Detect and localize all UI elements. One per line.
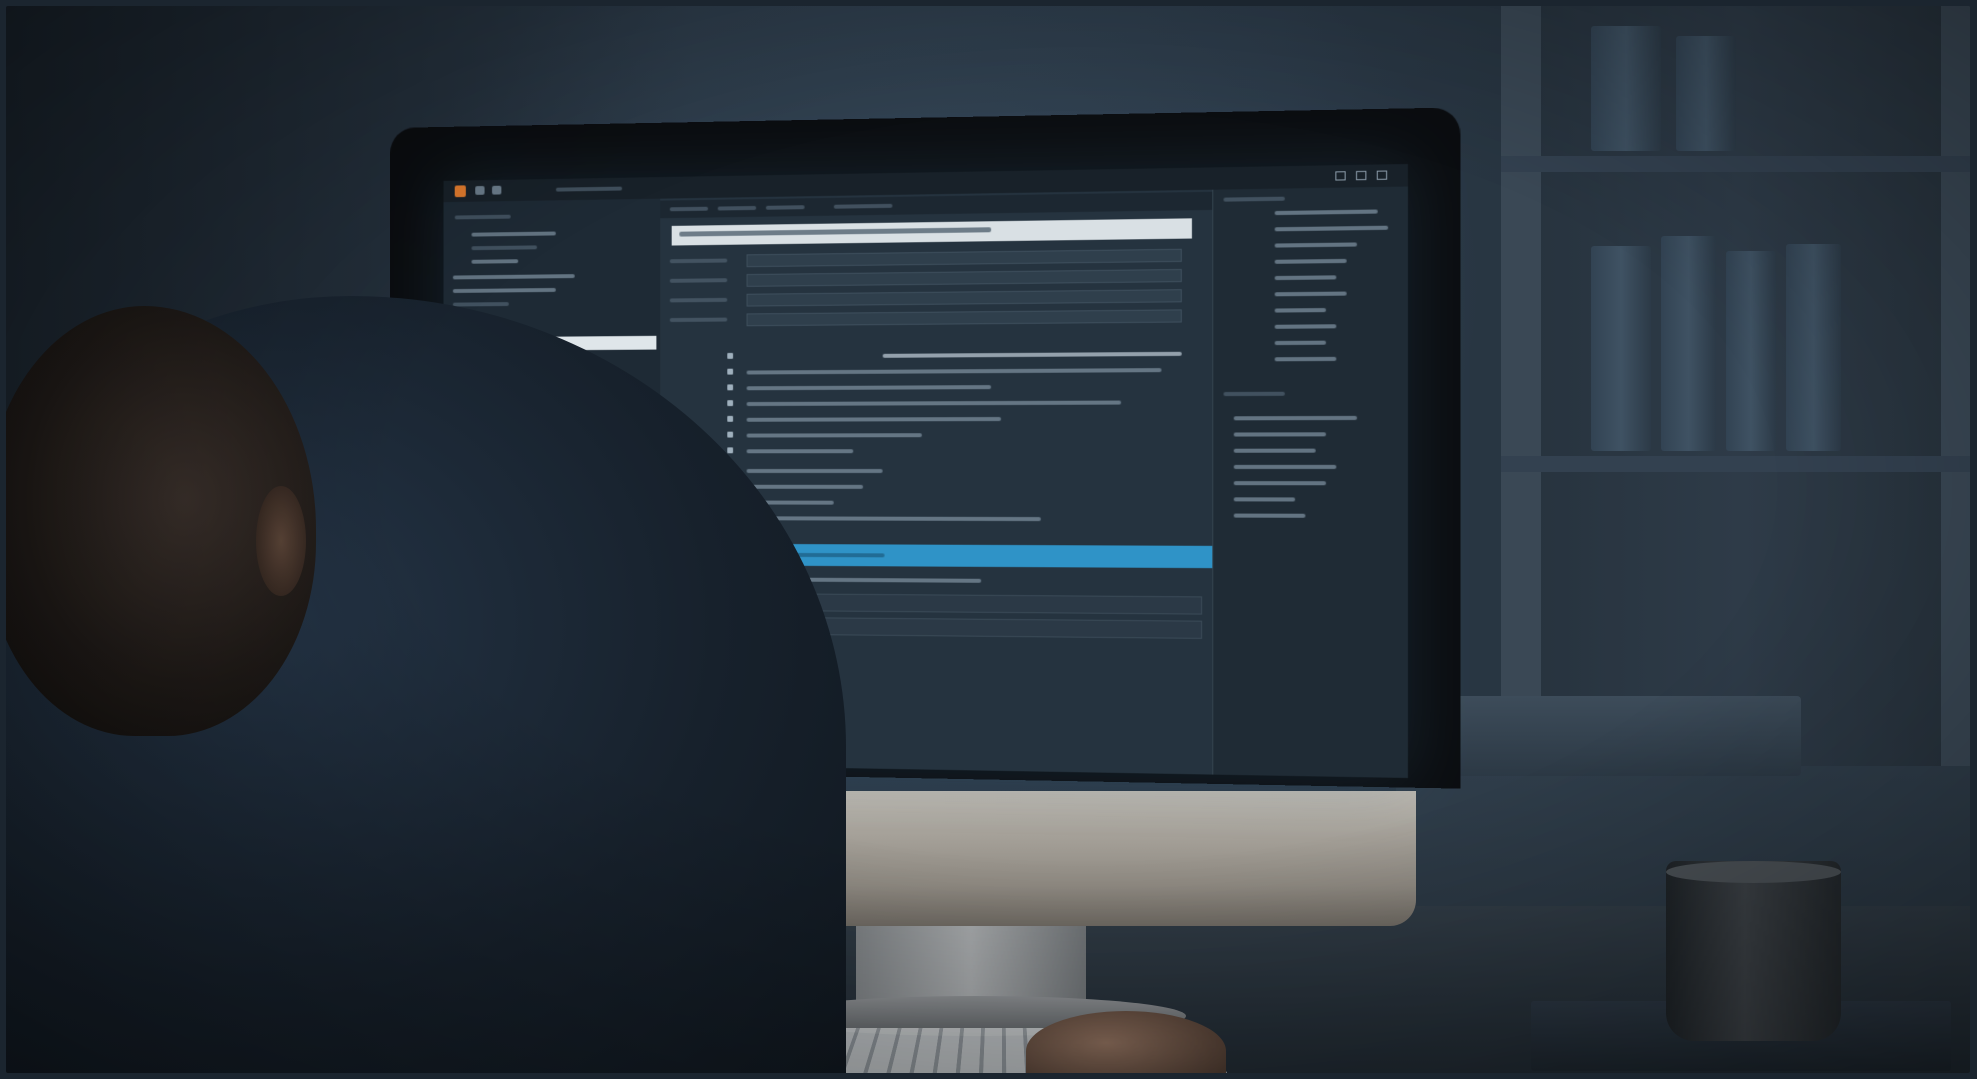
panel-item[interactable] [1275, 357, 1337, 361]
panel-item[interactable] [1234, 481, 1326, 485]
sidebar-item[interactable] [471, 232, 555, 237]
panel-item[interactable] [1275, 209, 1378, 215]
toolbar-item[interactable] [766, 205, 805, 210]
bullet-icon [727, 369, 733, 375]
bullet-icon [727, 447, 733, 453]
binder [1661, 236, 1716, 451]
mug-rim [1666, 861, 1841, 883]
panel-item[interactable] [1275, 308, 1326, 313]
field-label [670, 298, 728, 303]
panel-section-label [1223, 392, 1284, 396]
toolbar-item[interactable] [670, 207, 708, 212]
field-label [670, 259, 728, 264]
form-field[interactable] [747, 289, 1182, 306]
sidebar-item[interactable] [471, 245, 537, 250]
content-row [747, 385, 992, 390]
app-icon[interactable] [455, 185, 466, 197]
form-field[interactable] [747, 309, 1182, 326]
field-label [670, 278, 728, 283]
device-on-desk [1421, 696, 1801, 776]
binder [1591, 246, 1651, 451]
panel-item[interactable] [1234, 416, 1357, 420]
sidebar-item[interactable] [453, 288, 556, 293]
panel-item[interactable] [1234, 449, 1316, 453]
bullet-icon [727, 384, 733, 390]
panel-header [1223, 197, 1284, 202]
toolbar-item[interactable] [718, 206, 757, 211]
content-row [747, 401, 1122, 406]
panel-item[interactable] [1234, 432, 1326, 436]
bullet-icon [727, 416, 733, 422]
content-row [747, 469, 883, 473]
coffee-mug [1666, 861, 1841, 1041]
bullet-icon [727, 400, 733, 406]
binder [1591, 26, 1661, 151]
shelf-post-right [1941, 6, 1970, 766]
sidebar-header [455, 215, 511, 220]
shelf-board [1501, 456, 1970, 472]
panel-item[interactable] [1275, 242, 1357, 247]
panel-item[interactable] [1275, 341, 1326, 345]
toolbar-item[interactable] [834, 204, 893, 209]
panel-item[interactable] [1275, 292, 1347, 297]
form-field[interactable] [747, 249, 1182, 267]
content-row [747, 368, 1162, 374]
binder [1676, 36, 1736, 151]
panel-item[interactable] [1275, 259, 1347, 264]
maximize-icon[interactable] [1356, 171, 1366, 180]
folder-icon[interactable] [475, 186, 484, 195]
content-row [883, 352, 1182, 358]
panel-item[interactable] [1275, 226, 1389, 232]
form-field[interactable] [747, 269, 1182, 287]
settings-icon[interactable] [492, 186, 501, 195]
field-label [670, 318, 728, 322]
minimize-icon[interactable] [1335, 171, 1345, 180]
content-row [747, 485, 864, 489]
content-row [747, 417, 1001, 422]
shelf-post-left [1501, 6, 1541, 766]
content-row [747, 433, 922, 437]
sidebar-item[interactable] [471, 259, 518, 263]
person-ear [256, 486, 306, 596]
bookshelf [1501, 6, 1970, 766]
panel-item[interactable] [1275, 275, 1337, 280]
bullet-icon [727, 353, 733, 359]
content-row [747, 516, 1041, 521]
bullet-icon [727, 432, 733, 438]
sidebar-item[interactable] [453, 274, 575, 279]
binder [1726, 251, 1776, 451]
sidebar-item[interactable] [453, 302, 509, 306]
panel-item[interactable] [1275, 324, 1337, 329]
panel-item[interactable] [1234, 497, 1295, 501]
binder [1786, 244, 1841, 451]
close-icon[interactable] [1377, 171, 1387, 180]
shelf-board [1501, 156, 1970, 172]
content-row [747, 449, 854, 453]
panel-item[interactable] [1234, 465, 1337, 469]
right-panel [1212, 187, 1408, 778]
photo-frame [6, 6, 1970, 1073]
title-text [556, 187, 622, 192]
panel-item[interactable] [1234, 514, 1306, 518]
